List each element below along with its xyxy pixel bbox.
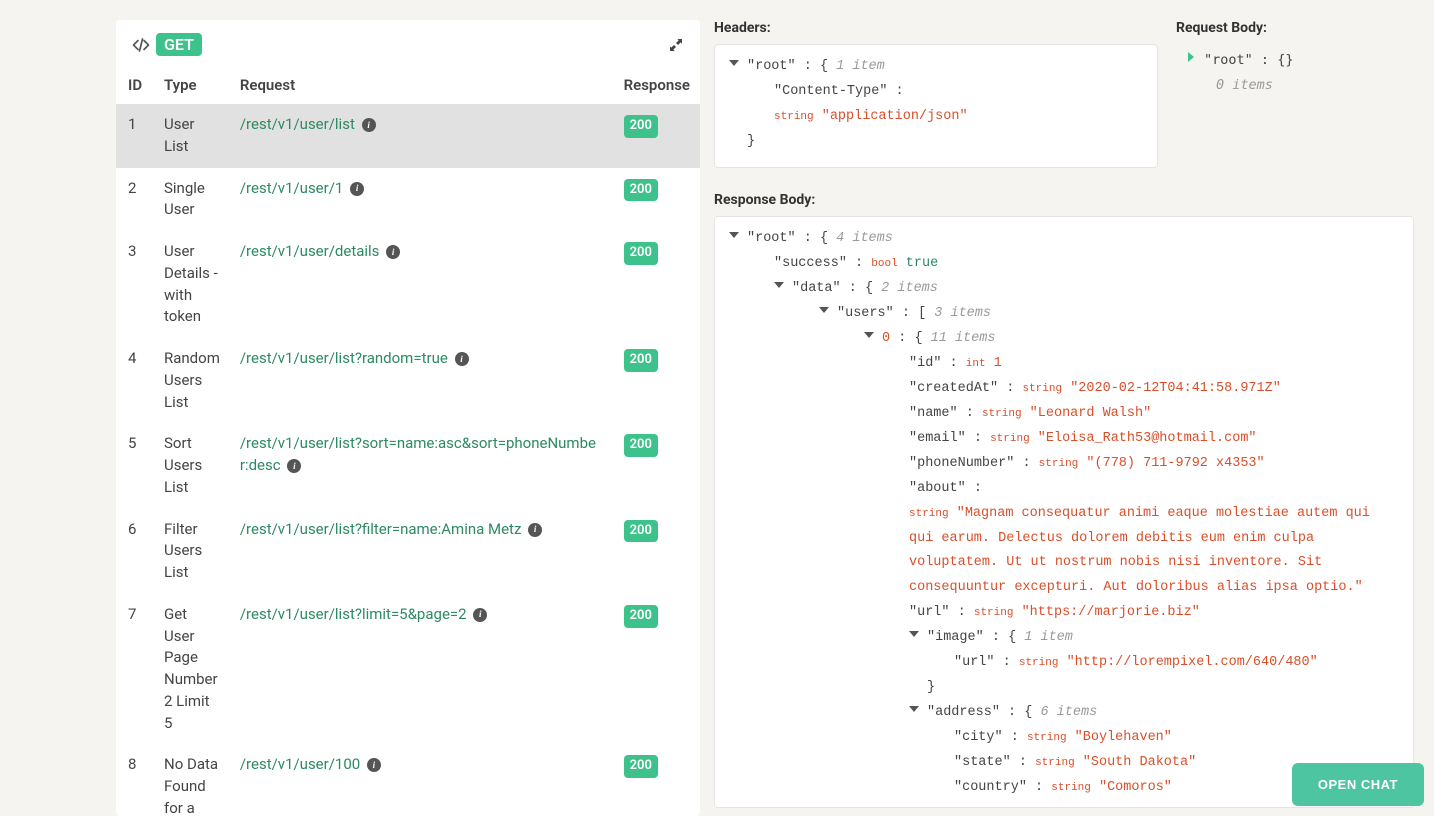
- status-badge: 200: [624, 520, 658, 543]
- row-id: 4: [116, 338, 154, 423]
- info-icon[interactable]: i: [473, 608, 487, 622]
- request-body-section: Request Body: "root" : {} 0 items: [1176, 20, 1414, 168]
- row-request: /rest/v1/user/list i: [230, 104, 614, 168]
- row-request: /rest/v1/user/list?filter=name:Amina Met…: [230, 509, 614, 594]
- panel-header: GET: [116, 20, 700, 66]
- table-row[interactable]: 5Sort Users List/rest/v1/user/list?sort=…: [116, 423, 700, 508]
- request-url[interactable]: /rest/v1/user/details: [240, 242, 380, 260]
- row-id: 6: [116, 509, 154, 594]
- status-badge: 200: [624, 755, 658, 778]
- status-badge: 200: [624, 115, 658, 138]
- toggle-icon[interactable]: [819, 307, 829, 313]
- row-id: 7: [116, 594, 154, 745]
- row-response: 200: [614, 744, 700, 816]
- row-request: /rest/v1/user/details i: [230, 231, 614, 338]
- method-badge: GET: [156, 33, 202, 56]
- request-url[interactable]: /rest/v1/user/list: [240, 115, 355, 133]
- request-url[interactable]: /rest/v1/user/list?filter=name:Amina Met…: [240, 520, 522, 538]
- info-icon[interactable]: i: [455, 352, 469, 366]
- row-response: 200: [614, 338, 700, 423]
- toggle-icon[interactable]: [864, 332, 874, 338]
- table-row[interactable]: 1User List/rest/v1/user/list i 200: [116, 104, 700, 168]
- request-url[interactable]: /rest/v1/user/list?limit=5&page=2: [240, 605, 467, 623]
- toggle-icon[interactable]: [1188, 52, 1194, 62]
- status-badge: 200: [624, 242, 658, 265]
- info-icon[interactable]: i: [367, 758, 381, 772]
- request-url[interactable]: /rest/v1/user/100: [240, 755, 360, 773]
- row-id: 2: [116, 168, 154, 232]
- code-icon: [132, 36, 150, 54]
- toggle-icon[interactable]: [909, 706, 919, 712]
- row-request: /rest/v1/user/list?limit=5&page=2 i: [230, 594, 614, 745]
- headers-label: Headers:: [714, 20, 1158, 36]
- row-type: No Data Found for a user: [154, 744, 230, 816]
- toggle-icon[interactable]: [729, 60, 739, 66]
- row-response: 200: [614, 423, 700, 508]
- row-request: /rest/v1/user/100 i: [230, 744, 614, 816]
- row-request: /rest/v1/user/list?random=true i: [230, 338, 614, 423]
- table-row[interactable]: 2Single User/rest/v1/user/1 i 200: [116, 168, 700, 232]
- request-body-label: Request Body:: [1176, 20, 1414, 36]
- row-type: Get User Page Number 2 Limit 5: [154, 594, 230, 745]
- row-response: 200: [614, 594, 700, 745]
- status-badge: 200: [624, 434, 658, 457]
- row-id: 5: [116, 423, 154, 508]
- row-request: /rest/v1/user/1 i: [230, 168, 614, 232]
- response-body-label: Response Body:: [714, 192, 1414, 208]
- status-badge: 200: [624, 605, 658, 628]
- row-id: 1: [116, 104, 154, 168]
- status-badge: 200: [624, 179, 658, 202]
- row-response: 200: [614, 104, 700, 168]
- row-type: User List: [154, 104, 230, 168]
- row-type: Single User: [154, 168, 230, 232]
- info-icon[interactable]: i: [287, 459, 301, 473]
- headers-json: "root" : { 1 item "Content-Type" : strin…: [714, 44, 1158, 168]
- table-row[interactable]: 8No Data Found for a user/rest/v1/user/1…: [116, 744, 700, 816]
- response-body-section: Response Body: "root" : { 4 items "succe…: [714, 192, 1414, 816]
- request-url[interactable]: /rest/v1/user/1: [240, 179, 343, 197]
- status-badge: 200: [624, 349, 658, 372]
- row-id: 8: [116, 744, 154, 816]
- request-table: ID Type Request Response 1User List/rest…: [116, 66, 700, 816]
- row-response: 200: [614, 509, 700, 594]
- response-json: "root" : { 4 items "success" : bool true…: [714, 216, 1414, 808]
- row-type: Sort Users List: [154, 423, 230, 508]
- table-row[interactable]: 4Random Users List/rest/v1/user/list?ran…: [116, 338, 700, 423]
- row-request: /rest/v1/user/list?sort=name:asc&sort=ph…: [230, 423, 614, 508]
- col-id: ID: [116, 66, 154, 104]
- col-response: Response: [614, 66, 700, 104]
- table-row[interactable]: 3User Details - with token/rest/v1/user/…: [116, 231, 700, 338]
- toggle-icon[interactable]: [909, 631, 919, 637]
- col-type: Type: [154, 66, 230, 104]
- info-icon[interactable]: i: [362, 118, 376, 132]
- row-type: Random Users List: [154, 338, 230, 423]
- toggle-icon[interactable]: [774, 282, 784, 288]
- table-row[interactable]: 6Filter Users List/rest/v1/user/list?fil…: [116, 509, 700, 594]
- row-response: 200: [614, 168, 700, 232]
- row-type: Filter Users List: [154, 509, 230, 594]
- info-icon[interactable]: i: [386, 245, 400, 259]
- row-response: 200: [614, 231, 700, 338]
- col-request: Request: [230, 66, 614, 104]
- headers-section: Headers: "root" : { 1 item "Content-Type: [714, 20, 1158, 168]
- row-id: 3: [116, 231, 154, 338]
- toggle-icon[interactable]: [729, 232, 739, 238]
- table-row[interactable]: 7Get User Page Number 2 Limit 5/rest/v1/…: [116, 594, 700, 745]
- request-url[interactable]: /rest/v1/user/list?random=true: [240, 349, 448, 367]
- info-icon[interactable]: i: [350, 182, 364, 196]
- collapse-icon[interactable]: [668, 37, 684, 53]
- row-type: User Details - with token: [154, 231, 230, 338]
- info-icon[interactable]: i: [528, 523, 542, 537]
- request-list-panel: GET ID Type Request Response 1User List/…: [116, 20, 700, 816]
- open-chat-button[interactable]: OPEN CHAT: [1292, 763, 1424, 806]
